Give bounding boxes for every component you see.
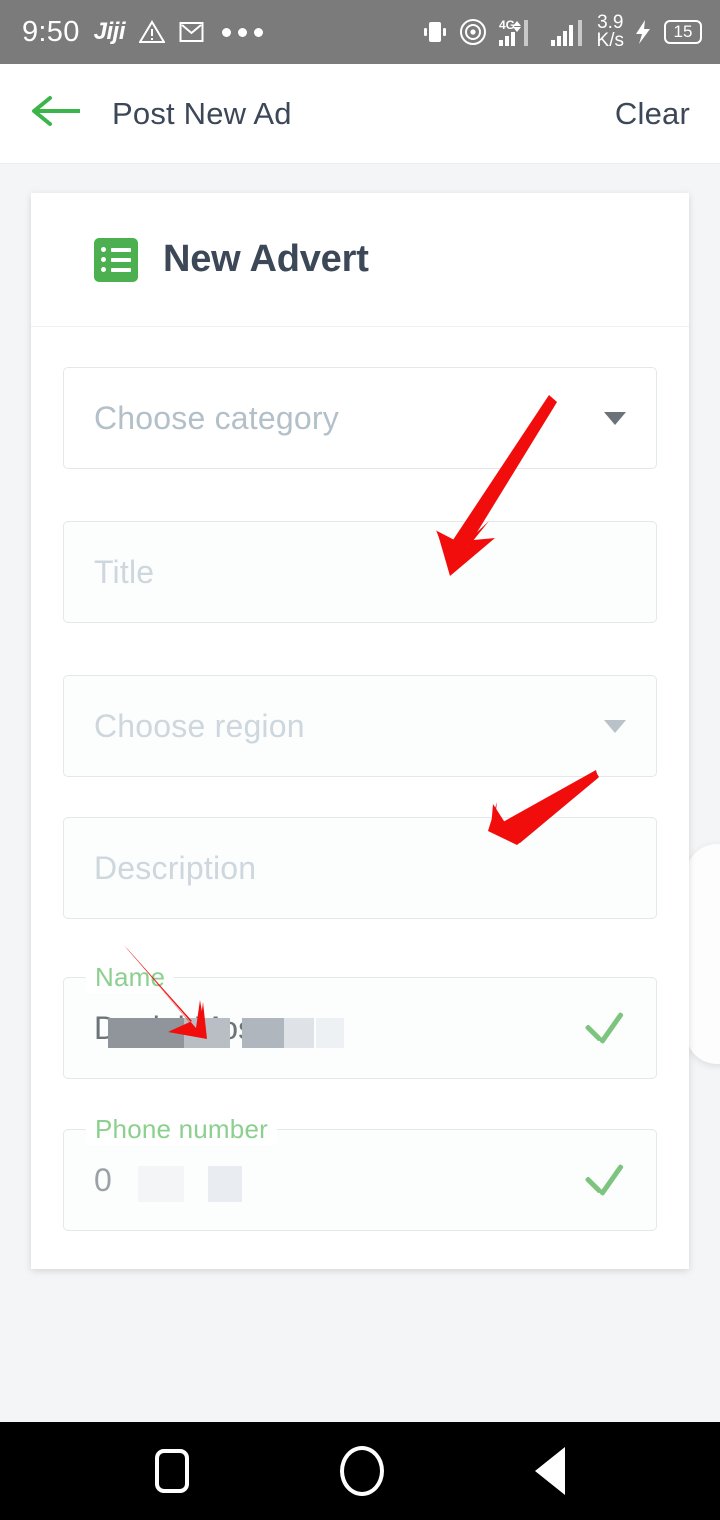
- check-icon: [582, 1006, 626, 1050]
- contact-name-value: Daniel Moses: [94, 1010, 344, 1048]
- app-bar: Post New Ad Clear: [0, 64, 720, 164]
- phone-number-value: 0: [94, 1162, 242, 1202]
- description-input[interactable]: Description: [63, 817, 657, 919]
- card-title: New Advert: [163, 238, 369, 280]
- circle-home-icon[interactable]: [339, 1446, 384, 1496]
- card-body: Choose category Title Choose region Desc…: [31, 327, 689, 1269]
- status-bar-left: 9:50 Jiji: [22, 15, 264, 49]
- phone-screen: 9:50 Jiji 4G 3.9 K/s 15 Post New Ad Clea…: [0, 0, 720, 1520]
- gmail-icon: [179, 20, 204, 44]
- redaction-overlay: [108, 1017, 184, 1048]
- region-dropdown[interactable]: Choose region: [63, 675, 657, 777]
- network-speed: 3.9 K/s: [596, 13, 624, 51]
- contact-name-label: Name: [86, 962, 175, 993]
- region-placeholder: Choose region: [94, 707, 305, 744]
- vibrate-icon: [421, 19, 449, 45]
- category-dropdown[interactable]: Choose category: [63, 367, 657, 469]
- square-recents-icon[interactable]: [155, 1449, 190, 1493]
- contact-name-field[interactable]: Name Daniel Moses: [63, 962, 657, 1079]
- content-area: New Advert Choose category Title Choose …: [0, 164, 720, 1422]
- description-placeholder: Description: [94, 849, 257, 886]
- redaction-overlay: [242, 1017, 284, 1048]
- page-title: Post New Ad: [112, 95, 292, 131]
- status-bar-right: 4G 3.9 K/s 15: [421, 13, 702, 51]
- list-icon: [94, 237, 138, 282]
- triangle-back-icon[interactable]: [534, 1447, 565, 1495]
- arrow-left-icon: [30, 91, 84, 136]
- new-advert-card: New Advert Choose category Title Choose …: [31, 193, 689, 1269]
- redaction-overlay: [208, 1165, 242, 1202]
- status-bar: 9:50 Jiji 4G 3.9 K/s 15: [0, 0, 720, 64]
- redaction-overlay: [184, 1017, 230, 1048]
- chevron-down-icon: [604, 719, 626, 733]
- floating-edge-widget[interactable]: [686, 844, 720, 1064]
- phone-number-label: Phone number: [86, 1114, 277, 1145]
- clear-button[interactable]: Clear: [615, 96, 690, 132]
- flash-charging-icon: [633, 19, 655, 45]
- signal-4g-icon: 4G: [497, 17, 541, 47]
- signal-bars-icon: [550, 17, 588, 47]
- title-input[interactable]: Title: [63, 521, 657, 623]
- redaction-overlay: [316, 1017, 344, 1048]
- check-icon: [582, 1158, 626, 1202]
- android-nav-bar: [0, 1422, 720, 1520]
- category-placeholder: Choose category: [94, 399, 339, 436]
- back-button[interactable]: [28, 85, 86, 143]
- battery-indicator: 15: [664, 20, 702, 44]
- network-speed-unit: K/s: [596, 30, 624, 51]
- warning-triangle-icon: [139, 20, 166, 44]
- redaction-overlay: [138, 1165, 184, 1202]
- svg-text:4G: 4G: [499, 18, 515, 32]
- jiji-app-icon: Jiji: [93, 18, 126, 45]
- hotspot-icon: [458, 18, 488, 46]
- more-dots-icon: [222, 27, 264, 37]
- title-placeholder: Title: [94, 553, 155, 590]
- phone-number-field[interactable]: Phone number 0: [63, 1114, 657, 1231]
- redaction-overlay: [284, 1017, 314, 1048]
- card-header: New Advert: [31, 193, 689, 327]
- status-time: 9:50: [22, 15, 80, 48]
- chevron-down-icon: [604, 411, 626, 425]
